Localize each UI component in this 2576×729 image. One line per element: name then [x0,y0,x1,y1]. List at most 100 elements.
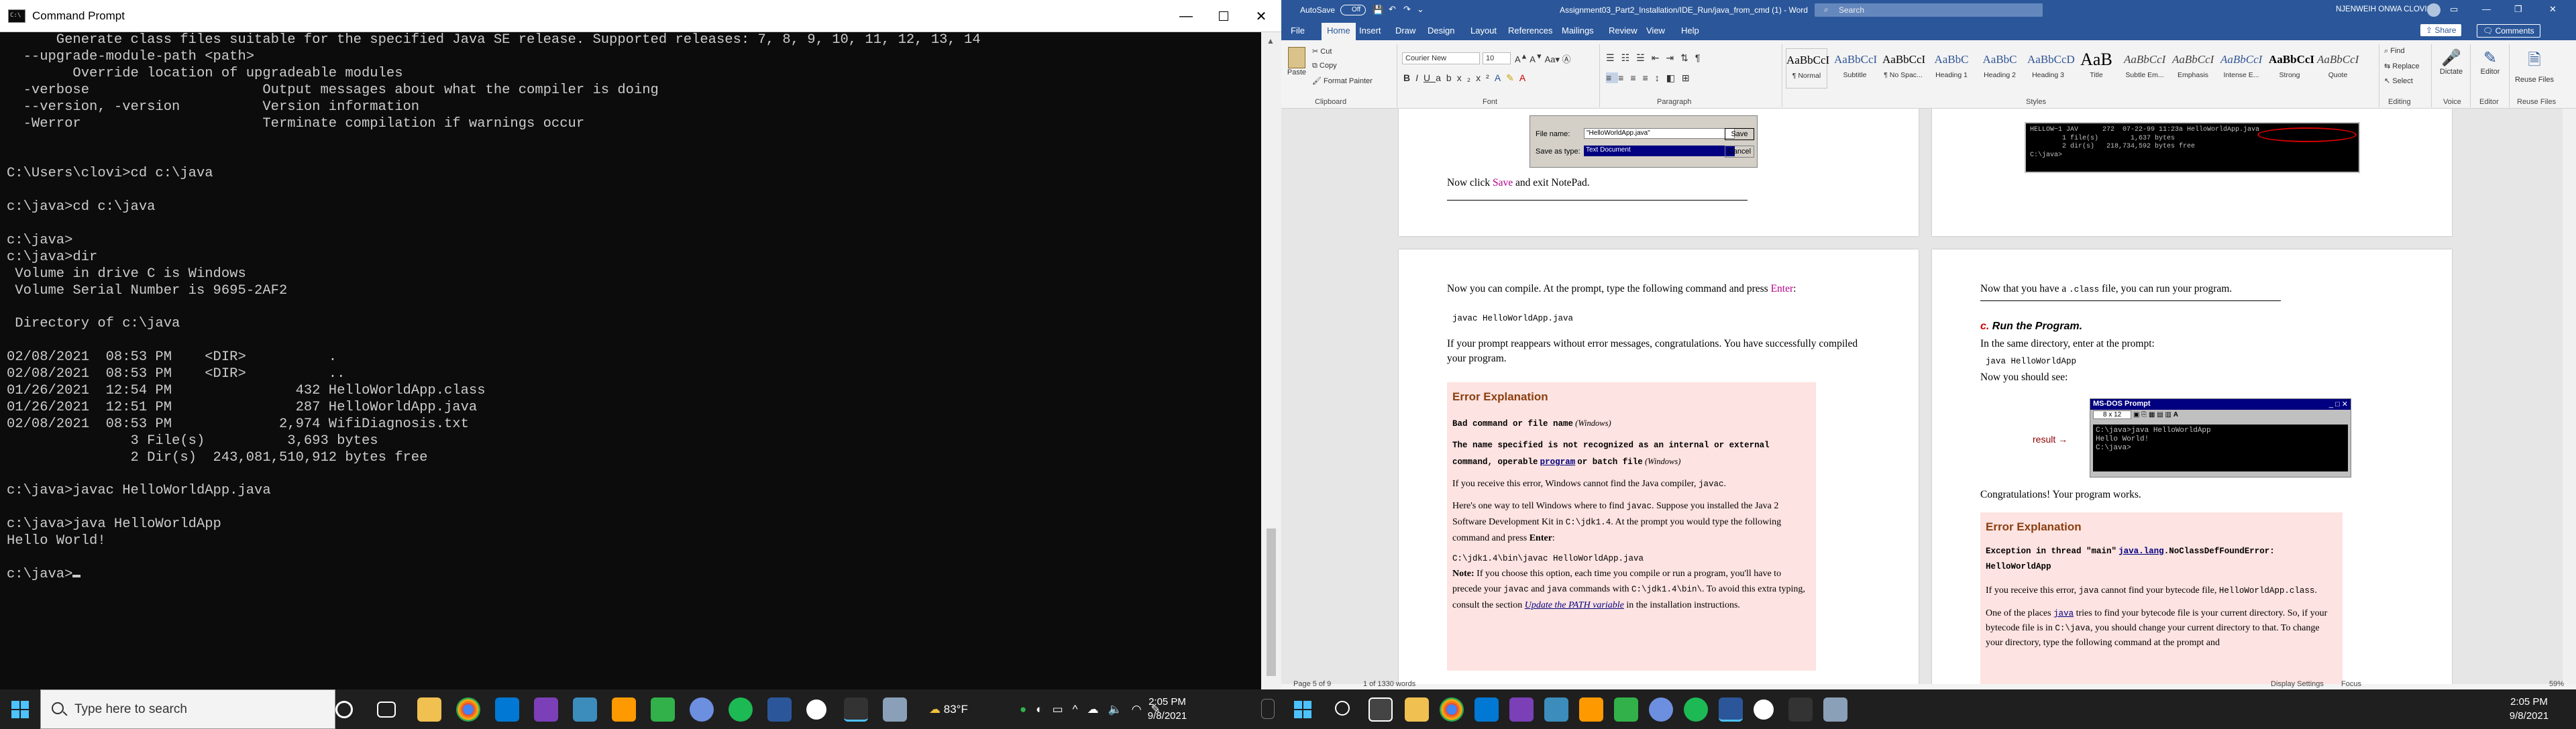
tray-app-icon[interactable]: ◐ [1036,703,1052,716]
chevron-up-icon[interactable]: ^ [1073,703,1087,716]
font-color-icon[interactable]: A [1519,72,1531,83]
console-prompt[interactable]: c:\java> [7,567,1261,583]
sort-icon[interactable]: ⇅ [1680,52,1695,63]
tab-file[interactable]: File [1291,25,1305,36]
app-icon[interactable] [1754,699,1774,720]
mail-icon[interactable] [495,697,519,722]
align-buttons[interactable]: ≡≡≡≡↕◧⊞ [1606,72,1697,84]
chrome-icon[interactable] [456,697,480,722]
tab-references[interactable]: References [1508,25,1552,36]
search-icon[interactable] [1335,701,1350,716]
document-page[interactable]: Now that you have a .class file, you can… [1932,249,2452,684]
error-2-link[interactable]: program [1540,457,1576,467]
style-item[interactable]: AaBbCcI ¶ No Spac... [1882,48,1925,89]
tab-help[interactable]: Help [1681,25,1699,36]
replace-button[interactable]: ⇆ Replace [2384,62,2420,70]
tray-app-icon[interactable]: ● [1020,703,1036,716]
strike-icon[interactable]: ab [1436,72,1457,83]
tab-view[interactable]: View [1646,25,1665,36]
store-icon[interactable] [612,697,636,722]
undo-icon[interactable]: ↶ [1389,4,1396,15]
style-item[interactable]: AaBbCcI ¶ Normal [1786,48,1829,89]
numbering-icon[interactable]: ☷ [1621,52,1637,63]
cut-button[interactable]: ✂ Cut [1312,47,1332,56]
tab-draw[interactable]: Draw [1395,25,1415,36]
store-icon[interactable] [1579,697,1603,722]
avatar[interactable] [2427,3,2440,17]
style-item[interactable]: AaBbCcI Subtitle [1834,48,1877,89]
find-button[interactable]: ⌕ Find [2384,47,2405,56]
status-display-settings[interactable]: Display Settings [2271,680,2324,688]
mail-icon[interactable] [1474,697,1499,722]
save-icon[interactable]: 💾 [1373,5,1383,15]
share-button[interactable]: ⇪ Share [2420,24,2462,36]
word-vertical-scrollbar[interactable] [2563,109,2576,684]
reuse-files-button[interactable]: 🗎 Reuse Files [2514,48,2555,84]
console-output[interactable]: Generate class files suitable for the sp… [0,32,1261,689]
settings-app-icon[interactable] [1544,697,1568,722]
justify-icon[interactable]: ≡ [1643,72,1655,83]
word-minimize-icon[interactable]: — [2482,4,2491,14]
style-item[interactable]: AaBbCcI Strong [2269,48,2314,89]
update-path-link[interactable]: Update the PATH variable [1525,600,1624,610]
taskbar-search-box[interactable]: Type here to search [40,689,335,729]
app-icon[interactable] [651,697,675,722]
user-name[interactable]: NJENWEIH ONWA CLOVIS [2336,5,2432,13]
cmd-taskbar-icon[interactable] [1788,697,1813,722]
document-area[interactable]: File name: "HelloWorldApp.java" Save as … [1281,109,2576,684]
taskbar-clock[interactable]: 2:05 PM 9/8/2021 [1137,695,1197,723]
maximize-button[interactable] [1205,0,1242,32]
word-taskbar-icon[interactable] [767,697,792,722]
cmd-scrollbar[interactable]: ▲ [1261,32,1281,689]
copy-button[interactable]: ⧉ Copy [1312,62,1337,70]
list-buttons[interactable]: ☰☷☱⇤⇥⇅¶ [1606,52,1707,64]
scrollbar-thumb[interactable] [1267,528,1276,676]
status-words[interactable]: 1 of 1330 words [1363,680,1415,688]
style-item[interactable]: AaBbC Heading 1 [1931,48,1972,89]
superscript-icon[interactable]: x² [1476,72,1495,83]
bold-icon[interactable]: B [1403,72,1415,83]
highlight-icon[interactable]: ✎ [1506,72,1519,83]
status-focus[interactable]: Focus [2341,680,2361,688]
tab-insert[interactable]: Insert [1359,25,1381,36]
cortana-icon[interactable] [335,701,353,718]
paste-button[interactable]: Paste [1285,47,1308,87]
style-item[interactable]: AaBbCcD Heading 3 [2027,48,2075,89]
select-button[interactable]: ↖ Select [2384,76,2413,85]
file-explorer-icon[interactable] [417,697,441,722]
ribbon-display-icon[interactable]: ▭ [2450,4,2458,15]
style-item[interactable]: AaB Title [2076,48,2117,89]
format-buttons[interactable]: BIUabx₂x²A✎A [1403,72,1531,84]
task-view-icon[interactable] [377,702,396,718]
comments-button[interactable]: 🗨 Comments [2477,24,2540,38]
spotify-icon[interactable] [1684,697,1708,722]
align-left-icon[interactable]: ≡ [1606,72,1619,83]
pilcrow-icon[interactable]: ¶ [1695,52,1707,63]
minimize-button[interactable]: — [1167,0,1205,32]
app-icon[interactable] [806,699,826,720]
word-restore-icon[interactable]: ❐ [2514,4,2522,15]
word-search-box[interactable]: ⌕ Search [1815,3,2043,17]
multilevel-icon[interactable]: ☱ [1636,52,1652,63]
qat-more-icon[interactable]: ⌄ [1417,4,1424,15]
redo-icon[interactable]: ↷ [1403,4,1411,15]
volume-icon[interactable]: 🔈 [1108,703,1132,716]
align-center-icon[interactable]: ≡ [1618,72,1630,83]
app-icon[interactable] [1614,697,1638,722]
style-item[interactable]: AaBbCcI Intense E... [2220,48,2262,89]
underline-icon[interactable]: U [1424,72,1436,83]
word-taskbar-icon[interactable] [1719,697,1743,722]
borders-icon[interactable]: ⊞ [1682,72,1697,83]
tab-review[interactable]: Review [1609,25,1638,36]
style-item[interactable]: AaBbCcI Subtle Em... [2124,48,2165,89]
task-view-icon[interactable] [1368,697,1393,722]
cloud-icon[interactable]: ☁ [1087,703,1108,716]
editor-button[interactable]: ✎ Editor [2475,48,2505,76]
cmd-taskbar-icon[interactable] [844,697,868,722]
cmd-title-bar[interactable]: Command Prompt — ✕ [0,0,1281,32]
bullets-icon[interactable]: ☰ [1606,52,1621,63]
document-page[interactable]: HELLOW~1 JAV 272 07-22-99 11:23a HelloWo… [1932,109,2452,236]
align-right-icon[interactable]: ≡ [1630,72,1642,83]
status-page[interactable]: Page 5 of 9 [1293,680,1331,688]
start-button[interactable] [1283,689,1323,729]
